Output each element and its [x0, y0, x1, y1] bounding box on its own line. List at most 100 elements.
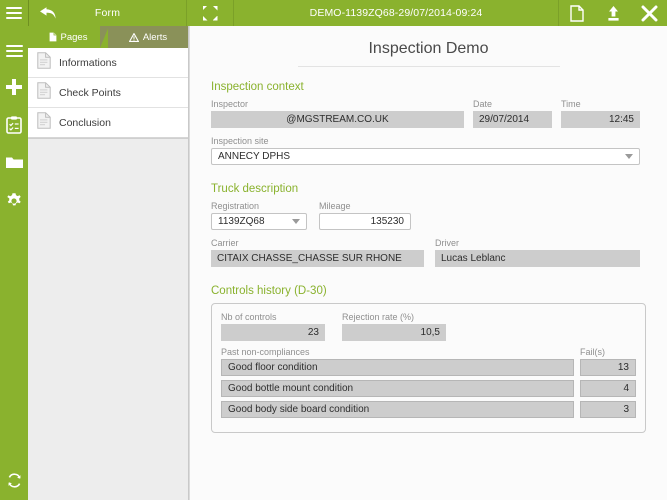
warning-triangle-icon	[128, 32, 139, 42]
clipboard-checklist-icon	[6, 115, 22, 139]
page-title: Inspection Demo	[368, 40, 489, 57]
registration-mileage-row: Registration 1139ZQ68 Mileage 135230	[211, 201, 646, 230]
hamburger-menu-icon	[6, 7, 22, 19]
registration-value: 1139ZQ68	[218, 216, 265, 227]
tab-pages-label: Pages	[60, 31, 88, 43]
pages-list: Informations Check Points Conclusion	[28, 48, 188, 139]
non-compliance-name[interactable]: Good body side board condition	[221, 401, 574, 418]
new-document-button[interactable]	[559, 0, 595, 26]
fullscreen-expand-icon	[202, 5, 218, 21]
nb-controls-label: Nb of controls	[221, 312, 277, 322]
document-page-icon	[570, 4, 584, 22]
non-compliance-fails[interactable]: 3	[580, 401, 636, 418]
page-list-item-label: Conclusion	[59, 116, 111, 129]
tab-pages[interactable]: Pages	[28, 26, 109, 48]
carrier-field-group: Carrier CITAIX CHASSE_CHASSE SUR RHONE	[211, 238, 424, 267]
inspection-site-label: Inspection site	[211, 136, 269, 146]
back-arrow-icon[interactable]	[39, 6, 57, 20]
chevron-down-icon	[625, 154, 633, 159]
non-compliance-fails[interactable]: 4	[580, 380, 636, 397]
rail-checklist-button[interactable]	[0, 112, 28, 142]
non-compliance-name[interactable]: Good floor condition	[221, 359, 574, 376]
page-document-icon	[49, 32, 57, 42]
controls-history-box: Nb of controls 23 Rejection rate (%) 10,…	[211, 303, 646, 433]
inspector-input[interactable]: @MGSTREAM.CO.UK	[211, 111, 464, 128]
tab-alerts[interactable]: Alerts	[108, 26, 188, 48]
non-compliance-name[interactable]: Good bottle mount condition	[221, 380, 574, 397]
rail-add-button[interactable]	[0, 74, 28, 104]
page-list-item-check-points[interactable]: Check Points	[28, 78, 188, 108]
panel-empty-area	[28, 139, 188, 500]
registration-field-group: Registration 1139ZQ68	[211, 201, 307, 230]
document-title-segment: DEMO-1139ZQ68-29/07/2014-09:24	[234, 0, 559, 26]
time-label: Time	[561, 99, 581, 109]
non-compliance-headers: Past non-compliances Fail(s)	[221, 347, 636, 357]
rejection-rate-input[interactable]: 10,5	[342, 324, 446, 341]
section-title-controls-history: Controls history (D-30)	[211, 285, 327, 297]
add-plus-icon	[5, 78, 23, 101]
carrier-label: Carrier	[211, 238, 239, 248]
inspector-field-group: Inspector @MGSTREAM.CO.UK	[211, 99, 464, 128]
form-body: Inspection context Inspector @MGSTREAM.C…	[190, 67, 667, 433]
nb-controls-input[interactable]: 23	[221, 324, 325, 341]
inspector-label: Inspector	[211, 99, 249, 109]
page-document-icon	[37, 111, 51, 134]
page-list-item-label: Informations	[59, 56, 117, 69]
date-label: Date	[473, 99, 493, 109]
close-x-icon	[641, 5, 658, 22]
form-segment[interactable]: Form	[29, 0, 187, 26]
application-window: Form DEMO-1139ZQ68-29/07/2014-09:24 Page…	[0, 0, 667, 500]
section-title-inspection-context: Inspection context	[211, 81, 304, 93]
rail-menu-button[interactable]	[0, 36, 28, 66]
rejection-rate-label: Rejection rate (%)	[342, 312, 415, 322]
settings-gear-icon	[5, 192, 23, 215]
tab-alerts-label: Alerts	[142, 31, 168, 43]
page-document-icon	[37, 81, 51, 104]
left-navigation-rail	[0, 26, 28, 500]
inspection-site-field-group: Inspection site ANNECY DPHS	[211, 136, 646, 165]
non-compliance-row: Good bottle mount condition 4	[221, 380, 636, 397]
page-document-icon	[37, 51, 51, 74]
topbar-actions	[559, 0, 667, 26]
time-input[interactable]: 12:45	[561, 111, 640, 128]
rail-settings-button[interactable]	[0, 188, 28, 218]
date-field-group: Date 29/07/2014	[473, 99, 552, 128]
history-metrics-row: Nb of controls 23 Rejection rate (%) 10,…	[221, 312, 636, 341]
top-toolbar: Form DEMO-1139ZQ68-29/07/2014-09:24	[0, 0, 667, 26]
time-field-group: Time 12:45	[561, 99, 640, 128]
pages-panel: Pages Alerts Informations Check Points C…	[28, 26, 189, 500]
mileage-input[interactable]: 135230	[319, 213, 411, 230]
driver-input[interactable]: Lucas Leblanc	[435, 250, 640, 267]
inspection-site-select[interactable]: ANNECY DPHS	[211, 148, 640, 165]
upload-button[interactable]	[595, 0, 631, 26]
inspection-site-value: ANNECY DPHS	[218, 151, 291, 162]
close-button[interactable]	[631, 0, 667, 26]
fails-label: Fail(s)	[580, 347, 605, 357]
sync-refresh-icon	[6, 472, 23, 494]
driver-label: Driver	[435, 238, 459, 248]
page-list-item-conclusion[interactable]: Conclusion	[28, 108, 188, 138]
carrier-driver-row: Carrier CITAIX CHASSE_CHASSE SUR RHONE D…	[211, 238, 646, 267]
non-compliance-fails[interactable]: 13	[580, 359, 636, 376]
document-title: DEMO-1139ZQ68-29/07/2014-09:24	[309, 7, 483, 19]
upload-icon	[606, 5, 621, 22]
fullscreen-button[interactable]	[187, 0, 234, 26]
chevron-down-icon	[292, 219, 300, 224]
mileage-field-group: Mileage 135230	[319, 201, 411, 230]
body-row: Pages Alerts Informations Check Points C…	[0, 26, 667, 500]
registration-label: Registration	[211, 201, 260, 211]
registration-select[interactable]: 1139ZQ68	[211, 213, 307, 230]
rail-sync-button[interactable]	[0, 466, 28, 500]
rejection-rate-field-group: Rejection rate (%) 10,5	[342, 312, 446, 341]
mileage-label: Mileage	[319, 201, 351, 211]
page-list-item-informations[interactable]: Informations	[28, 48, 188, 78]
hamburger-menu-icon	[5, 45, 23, 57]
folder-icon	[5, 155, 24, 175]
carrier-input[interactable]: CITAIX CHASSE_CHASSE SUR RHONE	[211, 250, 424, 267]
menu-toggle-button[interactable]	[0, 0, 29, 26]
form-content-area: Inspection Demo Inspection context Inspe…	[189, 26, 667, 500]
panel-tabs: Pages Alerts	[28, 26, 188, 48]
non-compliance-row: Good floor condition 13	[221, 359, 636, 376]
rail-folder-button[interactable]	[0, 150, 28, 180]
date-input[interactable]: 29/07/2014	[473, 111, 552, 128]
